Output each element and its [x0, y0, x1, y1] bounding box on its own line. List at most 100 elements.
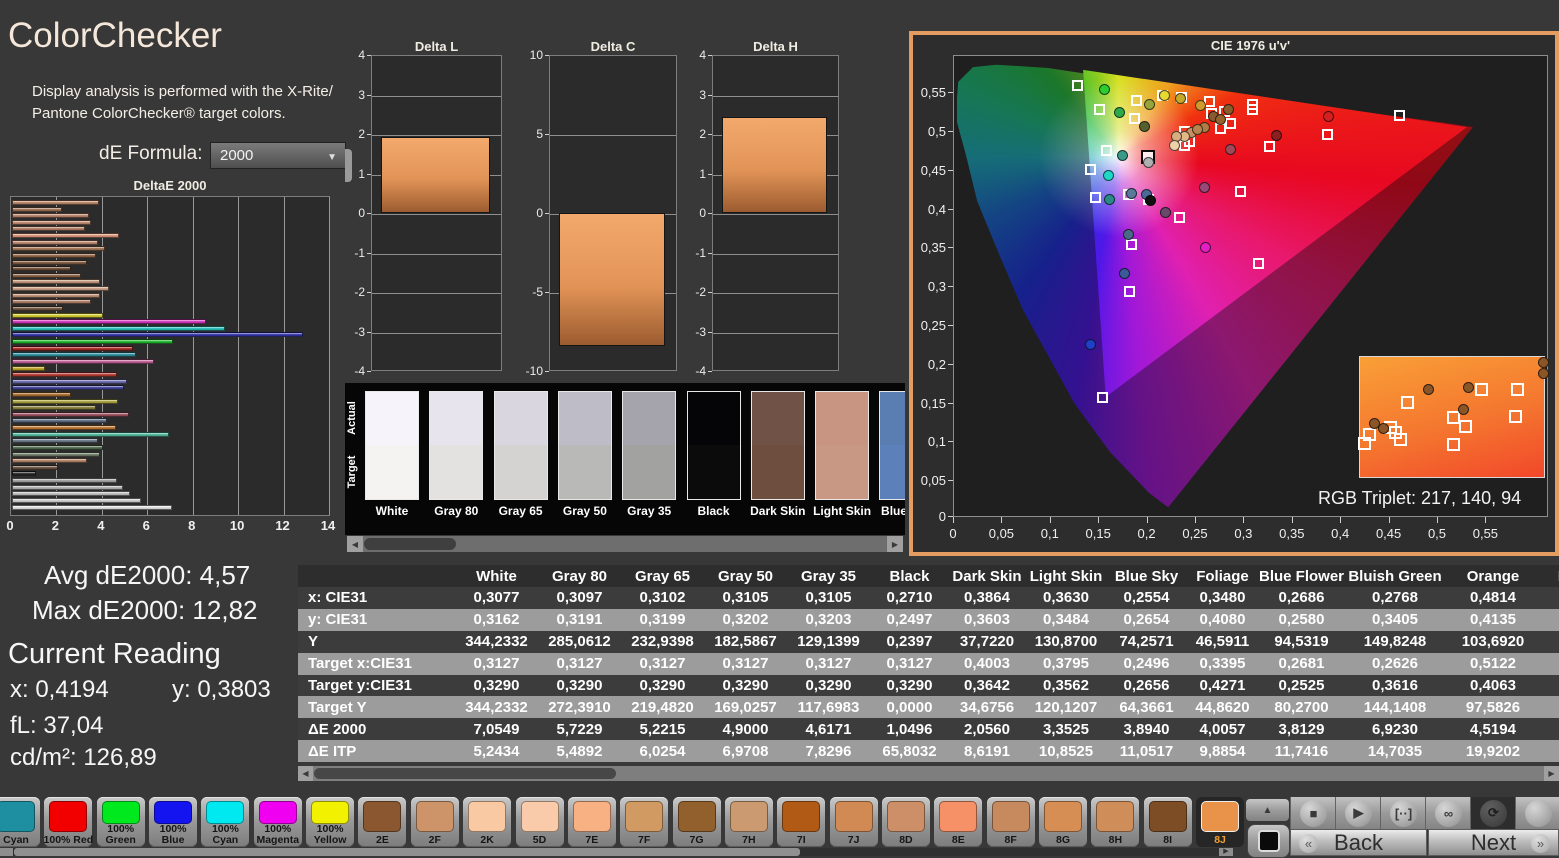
patch-button-2k[interactable]: 2K	[463, 797, 511, 847]
cie-measured-point	[1104, 194, 1115, 205]
patch-button-8h[interactable]: 8H	[1091, 797, 1139, 847]
deltae-x-tick-label: 4	[87, 518, 115, 533]
tick-mark	[545, 55, 549, 56]
swatch-scrollbar[interactable]: ◀ ▶	[347, 536, 903, 552]
deltae-bar	[12, 392, 71, 397]
patch-button-100red[interactable]: 100% Red	[44, 797, 92, 847]
scroll-up-button[interactable]: ▲	[1246, 799, 1289, 821]
color-swatch[interactable]	[751, 391, 805, 500]
tick-mark	[953, 517, 954, 523]
cie-measured-point	[1085, 339, 1096, 350]
table-cell: 0,2681	[1259, 655, 1344, 672]
blank-button[interactable]	[1515, 797, 1559, 829]
patch-label: 8J	[1194, 835, 1246, 846]
cie-y-tick-label: 0	[910, 509, 946, 524]
tick-mark	[948, 403, 953, 404]
cie-x-tick-label: 0,3	[1223, 526, 1263, 541]
patch-button-8f[interactable]: 8F	[987, 797, 1035, 847]
table-cell: 285,0612	[538, 633, 621, 650]
color-swatch[interactable]	[429, 391, 483, 500]
deltae-x-tick-label: 14	[314, 518, 342, 533]
table-scrollbar-thumb[interactable]	[314, 768, 616, 779]
patch-button-7f[interactable]: 7F	[620, 797, 668, 847]
patch-button-8d[interactable]: 8D	[882, 797, 930, 847]
patch-button-7i[interactable]: 7I	[777, 797, 825, 847]
patch-button-2f[interactable]: 2F	[411, 797, 459, 847]
cie-x-tick-label: 0,1	[1030, 526, 1070, 541]
scroll-right-icon[interactable]: ▶	[1219, 848, 1233, 856]
table-cell: 0,3127	[870, 655, 949, 672]
patch-button-8j[interactable]: 8J	[1196, 797, 1244, 847]
delta-tick-label: -10	[513, 364, 543, 378]
inset-measured-point	[1538, 357, 1549, 368]
color-swatch[interactable]	[815, 391, 869, 500]
gridline	[193, 197, 194, 515]
color-swatch[interactable]	[558, 391, 612, 500]
back-button[interactable]: « Back	[1290, 829, 1427, 856]
color-swatch[interactable]	[622, 391, 676, 500]
table-cell: 0,3864	[949, 589, 1025, 606]
next-button[interactable]: Next »	[1428, 829, 1559, 856]
swatch-actual	[559, 392, 611, 445]
patch-button-2e[interactable]: 2E	[358, 797, 406, 847]
patch-button-7e[interactable]: 7E	[568, 797, 616, 847]
color-swatch[interactable]	[687, 391, 741, 500]
patch-button-8e[interactable]: 8E	[934, 797, 982, 847]
de-formula-dropdown[interactable]: 2000 ▼	[210, 142, 346, 169]
patch-scrollbar[interactable]: ▶	[0, 848, 1233, 856]
table-cell: 0,3562	[1025, 677, 1107, 694]
patch-scrollbar-thumb[interactable]	[14, 848, 800, 856]
patch-button-7h[interactable]: 7H	[725, 797, 773, 847]
patch-swatch	[154, 801, 192, 824]
deltae-bar	[12, 458, 87, 463]
patch-button-5d[interactable]: 5D	[516, 797, 564, 847]
swatch-scrollbar-thumb[interactable]	[364, 538, 456, 550]
color-swatch[interactable]	[365, 391, 419, 500]
table-cell: 65,8032	[870, 743, 949, 760]
cie-measured-point	[1192, 124, 1203, 135]
patch-label: 8I	[1142, 835, 1194, 846]
scroll-left-icon[interactable]	[0, 848, 13, 856]
patch-button-7j[interactable]: 7J	[830, 797, 878, 847]
table-row-label: Y	[298, 633, 455, 650]
gridline	[372, 96, 501, 97]
actual-row-label: Actual	[346, 388, 358, 448]
play-button[interactable]: ▶	[1335, 797, 1381, 829]
delta-chart	[371, 55, 502, 371]
deltae-bar	[12, 505, 172, 510]
avg-de2000: Avg dE2000: 4,57	[44, 560, 250, 591]
color-swatch[interactable]	[494, 391, 548, 500]
reading-cdm2: cd/m²: 126,89	[10, 744, 157, 772]
patch-button-100-yellow[interactable]: 100%Yellow	[306, 797, 354, 847]
patch-button-100-magenta[interactable]: 100%Magenta	[254, 797, 302, 847]
scroll-left-icon[interactable]: ◀	[298, 766, 313, 781]
table-cell: 0,20	[1540, 611, 1559, 628]
table-cell: 6,9230	[1344, 721, 1446, 738]
stop-button[interactable]: ■	[1290, 797, 1336, 829]
stop-pattern-button[interactable]	[1247, 824, 1290, 858]
patch-button-8i[interactable]: 8I	[1144, 797, 1192, 847]
step-button[interactable]: [··]	[1380, 797, 1426, 829]
patch-button-7g[interactable]: 7G	[673, 797, 721, 847]
refresh-button[interactable]: ⟳	[1470, 797, 1516, 829]
patch-button-100-cyan[interactable]: 100%Cyan	[201, 797, 249, 847]
gridline	[713, 293, 838, 294]
color-swatch[interactable]	[879, 391, 905, 500]
patch-button-8g[interactable]: 8G	[1039, 797, 1087, 847]
scroll-right-icon[interactable]: ▶	[887, 536, 903, 552]
inset-target-square	[1509, 410, 1522, 423]
patch-button-100-blue[interactable]: 100%Blue	[149, 797, 197, 847]
deltae-x-tick-label: 2	[41, 518, 69, 533]
patch-button-100-green[interactable]: 100%Green	[97, 797, 145, 847]
loop-button[interactable]: ∞	[1425, 797, 1471, 829]
delta-tick-label: -1	[335, 246, 365, 260]
table-cell: 129,1399	[787, 633, 870, 650]
patch-button-cyan[interactable]: Cyan	[0, 797, 40, 847]
delta-tick-label: 4	[676, 48, 706, 62]
scroll-right-icon[interactable]: ▶	[1544, 766, 1559, 781]
cie-x-tick-label: 0,45	[1369, 526, 1409, 541]
table-scrollbar[interactable]: ◀ ▶	[298, 766, 1559, 781]
deltae-bar	[12, 485, 123, 490]
inset-target-square	[1401, 396, 1414, 409]
scroll-left-icon[interactable]: ◀	[347, 536, 363, 552]
